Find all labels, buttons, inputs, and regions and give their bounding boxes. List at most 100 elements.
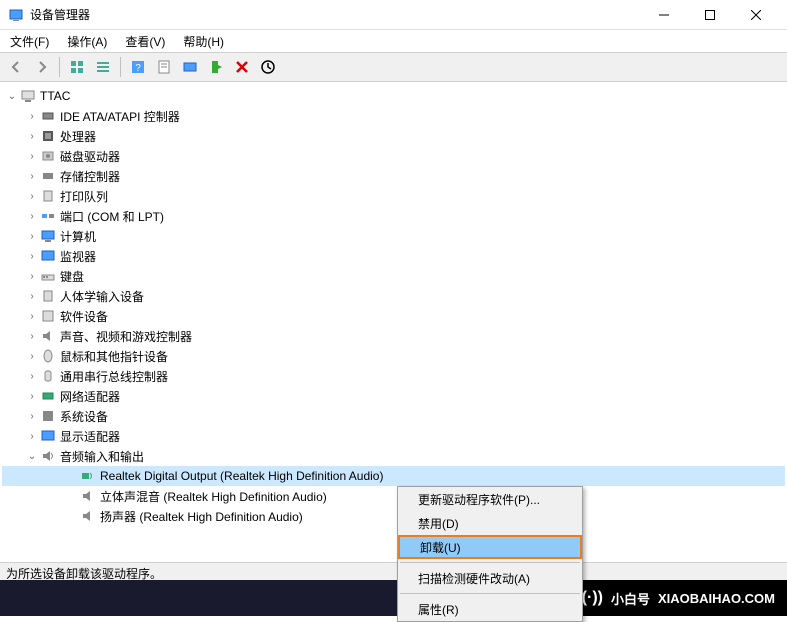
category-label: 系统设备	[60, 408, 108, 425]
titlebar: 设备管理器	[0, 0, 787, 30]
close-button[interactable]	[733, 0, 779, 30]
tree-category[interactable]: › 计算机	[2, 226, 785, 246]
expander-icon[interactable]: ›	[24, 411, 40, 422]
category-label: 显示适配器	[60, 428, 120, 445]
device-label: 立体声混音 (Realtek High Definition Audio)	[100, 488, 327, 505]
category-icon	[40, 308, 56, 324]
tree-category[interactable]: › 系统设备	[2, 406, 785, 426]
tree-category[interactable]: ›磁盘驱动器	[2, 146, 785, 166]
audio-device-realtek-digital[interactable]: Realtek Digital Output (Realtek High Def…	[2, 466, 785, 486]
expander-icon[interactable]: ⌄	[24, 451, 40, 462]
expander-icon[interactable]: ›	[24, 131, 40, 142]
menu-file[interactable]: 文件(F)	[6, 31, 53, 52]
expander-icon[interactable]: ›	[24, 191, 40, 202]
category-icon	[40, 248, 56, 264]
forward-button[interactable]	[30, 55, 54, 79]
expander-icon[interactable]: ⌄	[4, 91, 20, 102]
device-label: Realtek Digital Output (Realtek High Def…	[100, 469, 383, 483]
category-label: 键盘	[60, 268, 84, 285]
tree-category[interactable]: ›处理器	[2, 126, 785, 146]
maximize-button[interactable]	[687, 0, 733, 30]
expander-icon[interactable]: ›	[24, 431, 40, 442]
category-icon	[40, 148, 56, 164]
category-label: 端口 (COM 和 LPT)	[60, 208, 164, 225]
expander-icon[interactable]: ›	[24, 311, 40, 322]
tree-category[interactable]: › 端口 (COM 和 LPT)	[2, 206, 785, 226]
expander-icon[interactable]: ›	[24, 251, 40, 262]
watermark-url: XIAOBAIHAO.COM	[658, 591, 775, 606]
category-label: 计算机	[60, 228, 96, 245]
category-label: 存储控制器	[60, 168, 120, 185]
watermark-brand: 小白号	[611, 589, 650, 608]
ctx-properties[interactable]: 属性(R)	[398, 597, 582, 621]
audio-device-stereo-mix[interactable]: 立体声混音 (Realtek High Definition Audio)	[2, 486, 785, 506]
category-icon	[40, 268, 56, 284]
minimize-button[interactable]	[641, 0, 687, 30]
audio-device-speaker[interactable]: 扬声器 (Realtek High Definition Audio)	[2, 506, 785, 526]
expander-icon[interactable]: ›	[24, 211, 40, 222]
expander-icon[interactable]: ›	[24, 151, 40, 162]
ctx-scan[interactable]: 扫描检测硬件改动(A)	[398, 566, 582, 590]
scan-button[interactable]	[178, 55, 202, 79]
tree-category[interactable]: › 键盘	[2, 266, 785, 286]
help-button[interactable]: ?	[126, 55, 150, 79]
expander-icon[interactable]: ›	[24, 371, 40, 382]
category-icon	[40, 328, 56, 344]
uninstall-button[interactable]	[230, 55, 254, 79]
status-text: 为所选设备卸载该驱动程序。	[6, 567, 162, 581]
category-label: 通用串行总线控制器	[60, 368, 168, 385]
tree-category[interactable]: › 通用串行总线控制器	[2, 366, 785, 386]
category-label: 打印队列	[60, 188, 108, 205]
root-label: TTAC	[40, 89, 70, 103]
expander-icon[interactable]: ›	[24, 111, 40, 122]
properties-button[interactable]	[152, 55, 176, 79]
tree-category[interactable]: ›声音、视频和游戏控制器	[2, 326, 785, 346]
statusbar: 为所选设备卸载该驱动程序。	[0, 562, 787, 580]
view-icons-button[interactable]	[65, 55, 89, 79]
ctx-uninstall[interactable]: 卸载(U)	[398, 535, 582, 559]
app-icon	[8, 7, 24, 23]
category-label: 鼠标和其他指针设备	[60, 348, 168, 365]
category-icon	[40, 428, 56, 444]
expander-icon[interactable]: ›	[24, 351, 40, 362]
expander-icon[interactable]: ›	[24, 291, 40, 302]
tree-category[interactable]: › 打印队列	[2, 186, 785, 206]
category-label: 音频输入和输出	[60, 448, 144, 465]
tree-category[interactable]: › 显示适配器	[2, 426, 785, 446]
tree-category[interactable]: › IDE ATA/ATAPI 控制器	[2, 106, 785, 126]
watermark-badge: ((·)) 小白号 XIAOBAIHAO.COM	[564, 580, 787, 616]
tree-root[interactable]: ⌄ TTAC	[2, 86, 785, 106]
category-label: 网络适配器	[60, 388, 120, 405]
tree-category[interactable]: › 鼠标和其他指针设备	[2, 346, 785, 366]
tree-category[interactable]: ⌄ 音频输入和输出	[2, 446, 785, 466]
menubar: 文件(F) 操作(A) 查看(V) 帮助(H)	[0, 30, 787, 52]
ctx-update-driver[interactable]: 更新驱动程序软件(P)...	[398, 487, 582, 511]
expander-icon[interactable]: ›	[24, 271, 40, 282]
tree-category[interactable]: › 存储控制器	[2, 166, 785, 186]
menu-help[interactable]: 帮助(H)	[179, 31, 228, 52]
tree-category[interactable]: › 人体学输入设备	[2, 286, 785, 306]
toolbar: ?	[0, 52, 787, 82]
category-icon	[40, 108, 56, 124]
category-label: 人体学输入设备	[60, 288, 144, 305]
menu-view[interactable]: 查看(V)	[121, 31, 169, 52]
expander-icon[interactable]: ›	[24, 391, 40, 402]
menu-action[interactable]: 操作(A)	[63, 31, 111, 52]
tree-category[interactable]: ›监视器	[2, 246, 785, 266]
expander-icon[interactable]: ›	[24, 171, 40, 182]
audio-icon	[80, 468, 96, 484]
separator	[400, 562, 580, 563]
view-list-button[interactable]	[91, 55, 115, 79]
category-icon	[40, 348, 56, 364]
expander-icon[interactable]: ›	[24, 331, 40, 342]
expander-icon[interactable]: ›	[24, 231, 40, 242]
tree-category[interactable]: ›软件设备	[2, 306, 785, 326]
category-icon	[40, 288, 56, 304]
update-button[interactable]	[256, 55, 280, 79]
device-tree[interactable]: ⌄ TTAC ›IDE ATA/ATAPI 控制器›处理器›磁盘驱动器›存储控制…	[0, 82, 787, 562]
category-label: IDE ATA/ATAPI 控制器	[60, 108, 180, 125]
back-button[interactable]	[4, 55, 28, 79]
tree-category[interactable]: › 网络适配器	[2, 386, 785, 406]
ctx-disable[interactable]: 禁用(D)	[398, 511, 582, 535]
enable-button[interactable]	[204, 55, 228, 79]
